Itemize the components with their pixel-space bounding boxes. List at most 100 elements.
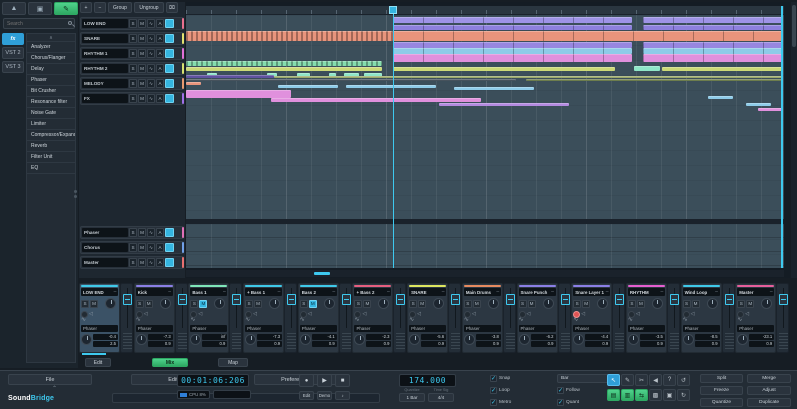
- sidebar-tab[interactable]: ✎: [54, 2, 78, 15]
- track-row[interactable]: FX S M ∿ A: [80, 92, 184, 105]
- mixer-channel[interactable]: LOW END– S M ◁ ∿ Phaser -0.4 2.5: [79, 283, 120, 353]
- insert-slot[interactable]: Phaser: [737, 325, 774, 332]
- track-output-button[interactable]: [165, 243, 174, 252]
- collapse-button[interactable]: –: [714, 289, 720, 295]
- automation-icon[interactable]: ∿: [147, 94, 155, 103]
- clip[interactable]: [643, 17, 783, 23]
- gain-knob[interactable]: [628, 334, 639, 345]
- bpm-display[interactable]: 174.000: [399, 374, 456, 387]
- automation-icon[interactable]: ∿: [147, 228, 155, 237]
- collapse-button[interactable]: –: [112, 289, 118, 295]
- clip[interactable]: [634, 66, 660, 71]
- solo-button[interactable]: S: [129, 64, 137, 73]
- width-value[interactable]: 0.9: [421, 341, 446, 347]
- plugin-list-item[interactable]: Reverb: [27, 141, 75, 152]
- toggle[interactable]: Metro: [490, 398, 511, 407]
- pan-knob[interactable]: [761, 298, 772, 309]
- vertical-scrollbar[interactable]: [791, 2, 797, 278]
- sidebar-tab[interactable]: ▣: [28, 2, 52, 15]
- edit-action-button[interactable]: Duplicate: [747, 398, 791, 407]
- channel-solo-button[interactable]: S: [354, 300, 362, 308]
- menu-button[interactable]: File: [8, 374, 92, 385]
- insert-slot[interactable]: Phaser: [354, 325, 391, 332]
- gain-knob[interactable]: [300, 334, 311, 345]
- insert-slot[interactable]: Phaser: [409, 325, 446, 332]
- channel-mute-button[interactable]: M: [199, 300, 207, 308]
- gain-value[interactable]: -0.4: [93, 334, 118, 340]
- pan-knob[interactable]: [214, 298, 225, 309]
- toggle[interactable]: Snap: [490, 374, 511, 383]
- track-output-button[interactable]: [165, 94, 174, 103]
- sidebar-resize-handle[interactable]: [74, 190, 77, 200]
- clip[interactable]: [278, 85, 338, 88]
- clip[interactable]: [271, 98, 481, 102]
- gain-value[interactable]: -5.6: [421, 334, 446, 340]
- gain-value[interactable]: -7.3: [148, 334, 173, 340]
- pan-knob[interactable]: [105, 298, 116, 309]
- fader-handle[interactable]: [779, 294, 788, 305]
- mute-button[interactable]: M: [138, 228, 146, 237]
- gain-knob[interactable]: [354, 334, 365, 345]
- mute-button[interactable]: M: [138, 258, 146, 267]
- clip[interactable]: [643, 25, 783, 30]
- track-name[interactable]: Chorus: [82, 243, 128, 252]
- channel-name[interactable]: Bass 1: [190, 290, 221, 295]
- mute-button[interactable]: M: [138, 19, 146, 28]
- channel-solo-button[interactable]: S: [190, 300, 198, 308]
- mixer-icon[interactable]: ▥: [621, 389, 634, 401]
- loop-end-marker[interactable]: [781, 6, 783, 268]
- track-row[interactable]: MELODY S M ∿ A: [80, 77, 184, 90]
- mute-button[interactable]: M: [138, 94, 146, 103]
- channel-solo-button[interactable]: S: [628, 300, 636, 308]
- insert-slot[interactable]: Phaser: [683, 325, 720, 332]
- solo-button[interactable]: S: [129, 79, 137, 88]
- group-button[interactable]: Group: [108, 2, 132, 13]
- edit-action-button[interactable]: Quantize: [700, 398, 743, 407]
- track-row[interactable]: RHYTHM 1 S M ∿ A: [80, 47, 184, 60]
- track-output-button[interactable]: [165, 258, 174, 267]
- channel-name[interactable]: RHYTHM: [628, 290, 659, 295]
- collapse-button[interactable]: –: [768, 289, 774, 295]
- piano-roll-icon[interactable]: ▤: [607, 389, 620, 401]
- solo-button[interactable]: S: [129, 19, 137, 28]
- fader-handle[interactable]: [178, 294, 187, 305]
- gain-value[interactable]: inf: [202, 334, 227, 340]
- insert-slot[interactable]: Phaser: [300, 325, 337, 332]
- gain-value[interactable]: -3.8: [476, 334, 501, 340]
- solo-button[interactable]: S: [129, 243, 137, 252]
- automation-icon[interactable]: ∿: [147, 258, 155, 267]
- collapse-button[interactable]: –: [495, 289, 501, 295]
- gain-value[interactable]: -2.3: [366, 334, 391, 340]
- channel-name[interactable]: Main Drums: [464, 290, 495, 295]
- channel-mute-button[interactable]: M: [582, 300, 590, 308]
- plugin-list-item[interactable]: Bit Crusher: [27, 86, 75, 97]
- clip[interactable]: [643, 54, 783, 62]
- insert-slot[interactable]: Phaser: [190, 325, 227, 332]
- channel-name[interactable]: Master: [737, 290, 768, 295]
- track-row[interactable]: Master S M ∿ A: [80, 256, 184, 269]
- solo-button[interactable]: S: [129, 34, 137, 43]
- mixer-channel[interactable]: Bass 2– S M ◁ ∿ Phaser -4.1 0.9: [298, 283, 339, 353]
- pencil-icon[interactable]: ✎: [621, 374, 634, 386]
- help-icon[interactable]: ?: [663, 374, 676, 386]
- monitor-icon[interactable]: ◁: [144, 311, 148, 318]
- mute-button[interactable]: M: [138, 34, 146, 43]
- width-value[interactable]: 0.9: [531, 341, 556, 347]
- gain-knob[interactable]: [409, 334, 420, 345]
- channel-mute-button[interactable]: M: [254, 300, 262, 308]
- track-name[interactable]: RHYTHM 1: [82, 49, 128, 58]
- ungroup-button[interactable]: Ungroup: [134, 2, 164, 13]
- solo-button[interactable]: S: [129, 258, 137, 267]
- track-name[interactable]: Phaser: [82, 228, 128, 237]
- plugin-list-item[interactable]: Noise Gate: [27, 108, 75, 119]
- mute-button[interactable]: M: [138, 79, 146, 88]
- clip[interactable]: [186, 61, 382, 66]
- fader-handle[interactable]: [561, 294, 570, 305]
- timesig-value[interactable]: 4/4: [428, 393, 454, 402]
- toggle[interactable]: Loop: [490, 386, 511, 395]
- insert-slot[interactable]: Phaser: [573, 325, 610, 332]
- monitor-icon[interactable]: ◁: [308, 311, 312, 318]
- bus-lane[interactable]: [186, 252, 784, 266]
- channel-name[interactable]: Snare Punch: [519, 290, 550, 295]
- clip[interactable]: [393, 25, 632, 30]
